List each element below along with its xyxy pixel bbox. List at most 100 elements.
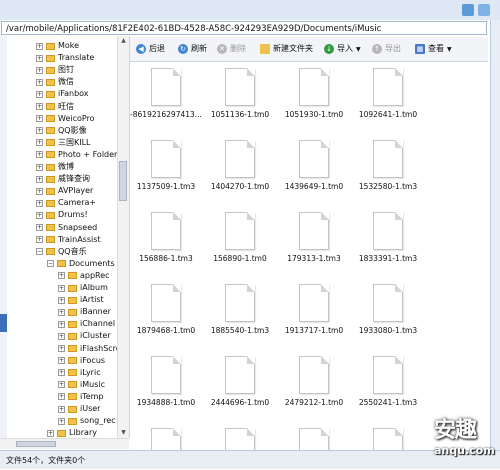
back-button[interactable]: ◀ 后退 [136, 42, 165, 56]
file-item[interactable]: 2550241-1.tm3 [352, 350, 424, 420]
tree-item[interactable]: + 三国KILL [36, 137, 91, 149]
file-item[interactable] [204, 422, 276, 450]
file-item[interactable]: 1933080-1.tm3 [352, 278, 424, 348]
tree-item[interactable]: + Snapseed [36, 222, 97, 234]
expand-toggle-icon[interactable]: + [36, 42, 43, 50]
file-item[interactable]: 1934888-1.tm0 [130, 350, 202, 420]
tree-item[interactable]: + iBanner [58, 306, 111, 318]
expand-toggle-icon[interactable]: + [36, 151, 43, 159]
tree-scroll-thumb[interactable] [119, 161, 127, 201]
scroll-down-arrow-icon[interactable]: ▼ [118, 428, 129, 438]
path-address-bar[interactable]: /var/mobile/Applications/81F2E402-61BD-4… [1, 21, 487, 35]
file-item[interactable]: 1137509-1.tm3 [130, 134, 202, 204]
expand-toggle-icon[interactable]: + [58, 296, 65, 304]
expand-toggle-icon[interactable]: + [36, 175, 43, 183]
window-minimize-icon[interactable] [478, 4, 490, 16]
import-dropdown-icon[interactable]: ▼ [356, 46, 361, 53]
tree-item[interactable]: + Camera+ [36, 197, 96, 209]
expand-toggle-icon[interactable]: + [36, 163, 43, 171]
tree-item[interactable]: + 旺信 [36, 101, 74, 113]
tree-item[interactable]: + 微信 [36, 76, 74, 88]
new-folder-button[interactable]: 新建文件夹 [260, 42, 313, 56]
file-item[interactable]: -8619216297413... [130, 62, 202, 132]
refresh-button[interactable]: ↻ 刷新 [178, 42, 207, 56]
file-item[interactable] [278, 422, 350, 450]
tree-hscroll-thumb[interactable] [16, 441, 56, 447]
expand-toggle-icon[interactable]: + [58, 272, 65, 280]
tree-item[interactable]: + iFanbox [36, 88, 89, 100]
tree-item[interactable]: + iCluster [58, 330, 111, 342]
file-item[interactable]: 1404270-1.tm0 [204, 134, 276, 204]
file-item[interactable]: 1051136-1.tm0 [204, 62, 276, 132]
expand-toggle-icon[interactable]: + [36, 211, 43, 219]
expand-toggle-icon[interactable]: + [58, 308, 65, 316]
tree-item[interactable]: − QQ音乐 [36, 246, 87, 258]
file-item[interactable]: 2444696-1.tm0 [204, 350, 276, 420]
expand-toggle-icon[interactable]: + [36, 54, 43, 62]
collapse-toggle-icon[interactable]: − [36, 248, 43, 256]
tree-item[interactable]: + QQ影像 [36, 125, 87, 137]
tree-item[interactable]: + appRec [58, 270, 110, 282]
window-menu-icon[interactable] [462, 4, 474, 16]
tree-item[interactable]: + iArtist [58, 294, 104, 306]
scroll-up-arrow-icon[interactable]: ▲ [118, 36, 129, 46]
tree-item[interactable]: + 微博 [36, 161, 74, 173]
import-button[interactable]: ↓ 导入 ▼ [324, 42, 361, 56]
file-item[interactable]: 1532580-1.tm3 [352, 134, 424, 204]
expand-toggle-icon[interactable]: + [58, 369, 65, 377]
file-item[interactable]: 2479212-1.tm0 [278, 350, 350, 420]
expand-toggle-icon[interactable]: + [47, 429, 54, 437]
tree-item[interactable]: + iMusic [58, 379, 105, 391]
file-item[interactable]: 156886-1.tm3 [130, 206, 202, 276]
expand-toggle-icon[interactable]: + [36, 224, 43, 231]
file-item[interactable]: 179313-1.tm3 [278, 206, 350, 276]
file-item[interactable]: 1879468-1.tm0 [130, 278, 202, 348]
expand-toggle-icon[interactable]: + [36, 139, 43, 147]
delete-button[interactable]: ✕ 删除 [217, 42, 246, 56]
tree-item[interactable]: + Photo + Folder [36, 149, 117, 161]
tree-item[interactable]: + Translate [36, 52, 94, 64]
expand-toggle-icon[interactable]: + [58, 357, 65, 365]
expand-toggle-icon[interactable]: + [36, 66, 43, 74]
file-item[interactable]: 1885540-1.tm3 [204, 278, 276, 348]
file-item[interactable]: 1833391-1.tm3 [352, 206, 424, 276]
tree-item[interactable]: + 威锋查询 [36, 173, 90, 185]
expand-toggle-icon[interactable]: + [58, 393, 65, 401]
export-button[interactable]: ↑ 导出 [372, 42, 401, 56]
expand-toggle-icon[interactable]: + [36, 103, 43, 110]
file-item[interactable]: 1051930-1.tm0 [278, 62, 350, 132]
tree-item[interactable]: − Documents [47, 258, 115, 270]
tree-item[interactable]: + Library [47, 427, 97, 438]
expand-toggle-icon[interactable]: + [58, 381, 65, 389]
expand-toggle-icon[interactable]: + [58, 332, 65, 340]
file-item[interactable]: 156890-1.tm0 [204, 206, 276, 276]
expand-toggle-icon[interactable]: + [36, 236, 43, 244]
tree-horizontal-scrollbar[interactable] [0, 438, 129, 449]
file-item[interactable] [352, 422, 424, 450]
tree-item[interactable]: + AVPlayer [36, 185, 93, 197]
view-button[interactable]: ▦ 查看 ▼ [415, 42, 452, 56]
expand-toggle-icon[interactable]: + [36, 127, 43, 135]
tree-item[interactable]: + song_rec [58, 415, 116, 427]
tree-item[interactable]: + iTemp [58, 391, 104, 403]
expand-toggle-icon[interactable]: + [36, 90, 43, 98]
tree-item[interactable]: + iLyric [58, 367, 101, 379]
expand-toggle-icon[interactable]: + [36, 187, 43, 195]
collapse-toggle-icon[interactable]: − [47, 260, 54, 268]
tree-item[interactable]: + Moke [36, 40, 79, 52]
tree-item[interactable]: + iFlashScre [58, 343, 121, 355]
tree-item[interactable]: + iAlbum [58, 282, 108, 294]
tree-item[interactable]: + 图钉 [36, 64, 74, 76]
expand-toggle-icon[interactable]: + [58, 405, 65, 413]
view-dropdown-icon[interactable]: ▼ [447, 46, 452, 53]
file-item[interactable] [130, 422, 202, 450]
file-item[interactable]: 1913717-1.tm0 [278, 278, 350, 348]
tree-item[interactable]: + WeicoPro [36, 113, 95, 125]
tree-item[interactable]: + iUser [58, 403, 100, 415]
expand-toggle-icon[interactable]: + [36, 115, 43, 123]
tree-vertical-scrollbar[interactable]: ▲ ▼ [117, 36, 129, 438]
expand-toggle-icon[interactable]: + [36, 78, 43, 86]
expand-toggle-icon[interactable]: + [58, 320, 65, 328]
tree-item[interactable]: + Drums! [36, 209, 88, 221]
tree-item[interactable]: + iFocus [58, 355, 105, 367]
